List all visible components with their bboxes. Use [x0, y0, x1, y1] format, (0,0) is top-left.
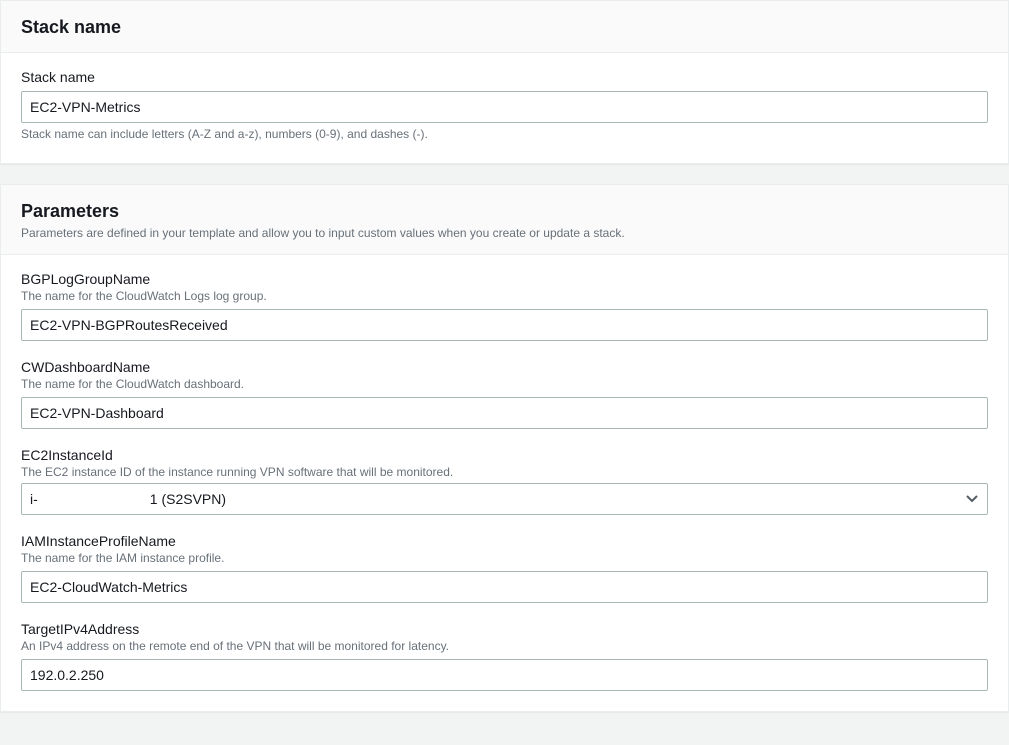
stack-name-heading: Stack name: [21, 17, 988, 38]
target-ipv4-address-hint: An IPv4 address on the remote end of the…: [21, 639, 988, 653]
ec2-instance-id-value: i- 1 (S2SVPN): [30, 491, 226, 507]
target-ipv4-address-label: TargetIPv4Address: [21, 621, 988, 637]
bgp-log-group-name-input[interactable]: [21, 309, 988, 341]
ec2-instance-id-label: EC2InstanceId: [21, 447, 988, 463]
cw-dashboard-name-field: CWDashboardName The name for the CloudWa…: [21, 359, 988, 429]
parameters-body: BGPLogGroupName The name for the CloudWa…: [1, 255, 1008, 711]
ec2-instance-id-select[interactable]: i- 1 (S2SVPN): [21, 483, 988, 515]
cw-dashboard-name-input[interactable]: [21, 397, 988, 429]
stack-name-label: Stack name: [21, 69, 988, 85]
parameters-subtext: Parameters are defined in your template …: [21, 226, 988, 240]
ec2-instance-id-field: EC2InstanceId The EC2 instance ID of the…: [21, 447, 988, 515]
target-ipv4-address-field: TargetIPv4Address An IPv4 address on the…: [21, 621, 988, 691]
parameters-heading: Parameters: [21, 201, 988, 222]
bgp-log-group-name-hint: The name for the CloudWatch Logs log gro…: [21, 289, 988, 303]
stack-name-input[interactable]: [21, 91, 988, 123]
parameters-panel: Parameters Parameters are defined in you…: [0, 184, 1009, 712]
cw-dashboard-name-label: CWDashboardName: [21, 359, 988, 375]
stack-name-field: Stack name Stack name can include letter…: [21, 69, 988, 141]
stack-name-hint: Stack name can include letters (A-Z and …: [21, 127, 988, 141]
bgp-log-group-name-label: BGPLogGroupName: [21, 271, 988, 287]
target-ipv4-address-input[interactable]: [21, 659, 988, 691]
stack-name-header: Stack name: [1, 1, 1008, 53]
ec2-instance-id-hint: The EC2 instance ID of the instance runn…: [21, 465, 988, 479]
iam-instance-profile-name-field: IAMInstanceProfileName The name for the …: [21, 533, 988, 603]
parameters-header: Parameters Parameters are defined in you…: [1, 185, 1008, 255]
stack-name-body: Stack name Stack name can include letter…: [1, 53, 1008, 163]
iam-instance-profile-name-label: IAMInstanceProfileName: [21, 533, 988, 549]
bgp-log-group-name-field: BGPLogGroupName The name for the CloudWa…: [21, 271, 988, 341]
stack-name-panel: Stack name Stack name Stack name can inc…: [0, 0, 1009, 164]
iam-instance-profile-name-hint: The name for the IAM instance profile.: [21, 551, 988, 565]
iam-instance-profile-name-input[interactable]: [21, 571, 988, 603]
cw-dashboard-name-hint: The name for the CloudWatch dashboard.: [21, 377, 988, 391]
